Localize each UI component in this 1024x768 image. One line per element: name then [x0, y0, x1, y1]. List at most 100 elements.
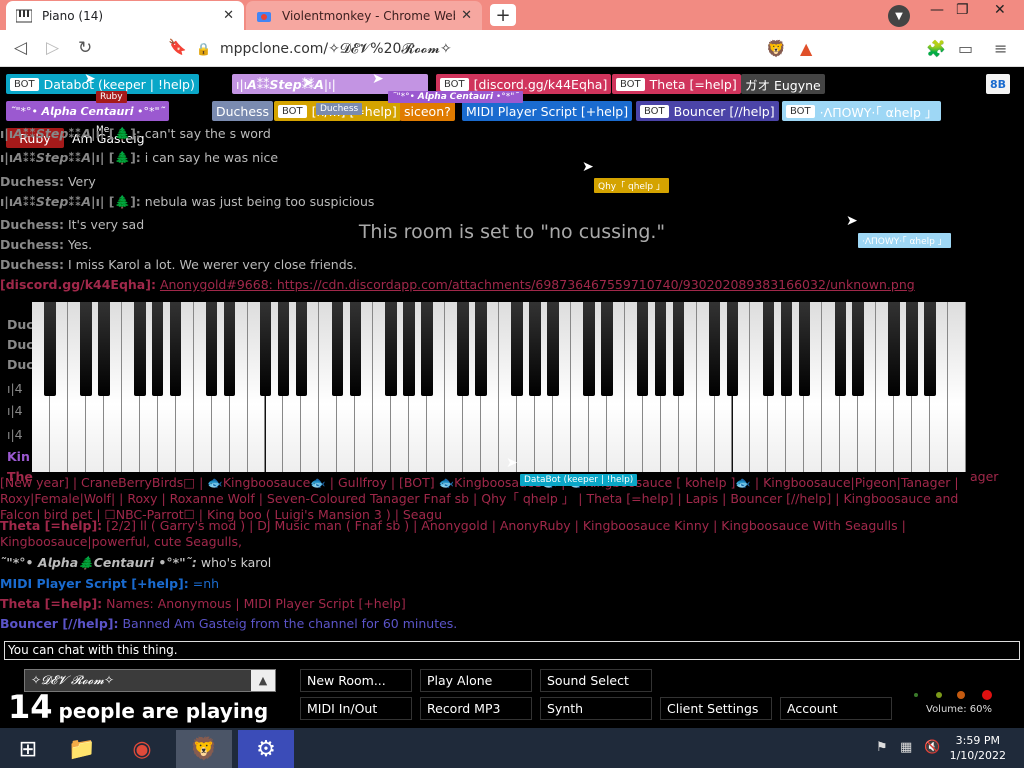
close-window-icon[interactable]: ✕	[994, 2, 1006, 18]
piano-keyboard[interactable]	[32, 302, 966, 472]
file-explorer-icon[interactable]: 📁	[54, 730, 110, 768]
address-toolbar: ◁ ▷ ↻ 🔖 🔒 mppclone.com/✧𝓓𝓔𝓥%20𝓡𝓸𝓸𝓶✧ 🦁 ▲ …	[0, 30, 1024, 67]
piano-black-key[interactable]	[44, 302, 56, 396]
piano-black-key[interactable]	[654, 302, 667, 396]
piano-black-key[interactable]	[708, 302, 721, 396]
piano-black-key[interactable]	[852, 302, 864, 396]
piano-black-key[interactable]	[583, 302, 595, 396]
nametag-bouncer[interactable]: BOT Bouncer [//help]	[636, 101, 779, 121]
piano-black-key[interactable]	[205, 302, 218, 396]
status-dot	[982, 690, 992, 700]
cursor-icon: ➤	[582, 159, 594, 175]
new-tab-button[interactable]: +	[490, 4, 516, 26]
minimize-icon[interactable]: —	[930, 2, 944, 18]
piano-black-key[interactable]	[511, 302, 523, 396]
user-count-badge[interactable]: 8B	[986, 74, 1011, 94]
status-dot	[936, 692, 942, 698]
piano-black-key[interactable]	[601, 302, 613, 396]
piano-black-key[interactable]	[475, 302, 487, 396]
piano-black-key[interactable]	[98, 302, 110, 396]
midi-button[interactable]: MIDI In/Out	[300, 697, 412, 720]
brave-shield-icon[interactable]: 🦁	[766, 39, 786, 58]
account-button[interactable]: Account	[780, 697, 892, 720]
nametag-duchess[interactable]: Duchess	[212, 101, 274, 121]
volume-icon[interactable]: 🔇	[924, 740, 940, 755]
piano-black-key[interactable]	[834, 302, 846, 396]
restore-icon[interactable]: ❐	[956, 2, 969, 18]
flag-icon[interactable]: ⚑	[876, 740, 888, 755]
piano-white-key[interactable]	[948, 302, 966, 472]
network-icon[interactable]: ▦	[900, 740, 912, 755]
nametag-alpha[interactable]: ˜"*°• 𝘼𝙡𝙥𝙝𝙖 𝘾𝙚𝙣𝙩𝙖𝙪𝙧𝙞 •°*"˜	[6, 101, 170, 121]
chat-input[interactable]: You can chat with this thing.	[4, 641, 1020, 660]
forward-icon[interactable]: ▷	[46, 38, 59, 58]
cursor-label-qhy: Qhy「 qhelp 」	[594, 178, 670, 193]
chat-fragment: ı|4	[7, 403, 23, 418]
chat-fragment: Duc	[7, 337, 34, 352]
webstore-icon	[256, 8, 272, 24]
new-room-button[interactable]: New Room...	[300, 669, 412, 692]
nametag-theta[interactable]: BOT Theta [=help]	[612, 74, 741, 94]
piano-black-key[interactable]	[80, 302, 92, 396]
piano-black-key[interactable]	[780, 302, 793, 396]
url-field[interactable]: 🔒 mppclone.com/✧𝓓𝓔𝓥%20𝓡𝓸𝓸𝓶✧	[196, 35, 756, 62]
piano-black-key[interactable]	[277, 302, 290, 396]
piano-black-key[interactable]	[223, 302, 236, 396]
client-settings-button[interactable]: Client Settings	[660, 697, 772, 720]
piano-black-key[interactable]	[547, 302, 559, 396]
piano-black-key[interactable]	[529, 302, 541, 396]
piano-black-key[interactable]	[259, 302, 272, 396]
reload-icon[interactable]: ↻	[78, 38, 92, 58]
piano-black-key[interactable]	[385, 302, 397, 396]
nametag-anowy[interactable]: BOT ·ΛΠΟWΥ·「 αhelp 」	[782, 101, 942, 121]
wallet-icon[interactable]: ▭	[958, 39, 973, 58]
tab-piano[interactable]: Piano (14) ✕	[6, 1, 244, 30]
piano-black-key[interactable]	[151, 302, 164, 396]
piano-black-key[interactable]	[726, 302, 739, 396]
close-icon[interactable]: ✕	[461, 8, 472, 23]
piano-black-key[interactable]	[636, 302, 649, 396]
player-count: 14 people are playing	[8, 688, 268, 726]
piano-black-key[interactable]	[906, 302, 918, 396]
brave-icon[interactable]: 🦁	[176, 730, 232, 768]
settings-gear-icon[interactable]: ⚙	[238, 730, 294, 768]
piano-black-key[interactable]	[672, 302, 685, 396]
piano-black-key[interactable]	[403, 302, 415, 396]
menu-icon[interactable]: ≡	[994, 39, 1007, 58]
rewards-icon[interactable]: ▲	[800, 39, 812, 58]
tab-search-icon[interactable]: ▼	[888, 5, 910, 27]
synth-button[interactable]: Synth	[540, 697, 652, 720]
windows-start-icon[interactable]: ⊞	[0, 730, 56, 768]
piano-black-key[interactable]	[762, 302, 775, 396]
piano-black-key[interactable]	[924, 302, 936, 396]
tab-violentmonkey[interactable]: Violentmonkey - Chrome Web Store ✕	[246, 1, 482, 30]
piano-black-key[interactable]	[295, 302, 308, 396]
chat-message: ı|ı𝘼⁑⁑𝙎𝙩𝙚𝙥⁑⁑𝘼|ı| [🌲]: i can say he was n…	[0, 150, 279, 165]
volume-label[interactable]: Volume: 60%	[926, 704, 992, 715]
nametag-midi-player[interactable]: MIDI Player Script [+help]	[462, 101, 633, 121]
clock-time: 3:59 PM	[955, 734, 1000, 747]
system-clock[interactable]: 3:59 PM 1/10/2022	[950, 733, 1006, 763]
back-icon[interactable]: ◁	[14, 38, 27, 58]
piano-black-key[interactable]	[798, 302, 811, 396]
extensions-icon[interactable]: 🧩	[926, 39, 946, 58]
room-name: ✧𝓓𝓔𝓥 𝓡𝓸𝓸𝓶✧	[31, 673, 115, 687]
piano-black-key[interactable]	[134, 302, 146, 396]
close-icon[interactable]: ✕	[223, 8, 234, 23]
piano-black-key[interactable]	[457, 302, 469, 396]
chrome-icon[interactable]: ◉	[114, 730, 170, 768]
sound-select-button[interactable]: Sound Select	[540, 669, 652, 692]
piano-black-key[interactable]	[421, 302, 433, 396]
piano-black-key[interactable]	[349, 302, 362, 396]
windows-taskbar: ⊞ 📁 ◉ 🦁 ⚙ ⚑ ▦ 🔇 3:59 PM 1/10/2022	[0, 728, 1024, 768]
record-mp3-button[interactable]: Record MP3	[420, 697, 532, 720]
play-alone-button[interactable]: Play Alone	[420, 669, 532, 692]
nametag-siceon[interactable]: siceon?	[400, 101, 455, 121]
nametag-eugyne[interactable]: ガオ Eugyne	[741, 74, 825, 94]
chat-message: MIDI Player Script [+help]: =nh	[0, 576, 220, 591]
tab-title: Violentmonkey - Chrome Web Store	[282, 8, 455, 23]
piano-black-key[interactable]	[888, 302, 900, 396]
bookmark-icon[interactable]: 🔖	[168, 38, 187, 56]
piano-black-key[interactable]	[169, 302, 182, 396]
piano-black-key[interactable]	[331, 302, 344, 396]
